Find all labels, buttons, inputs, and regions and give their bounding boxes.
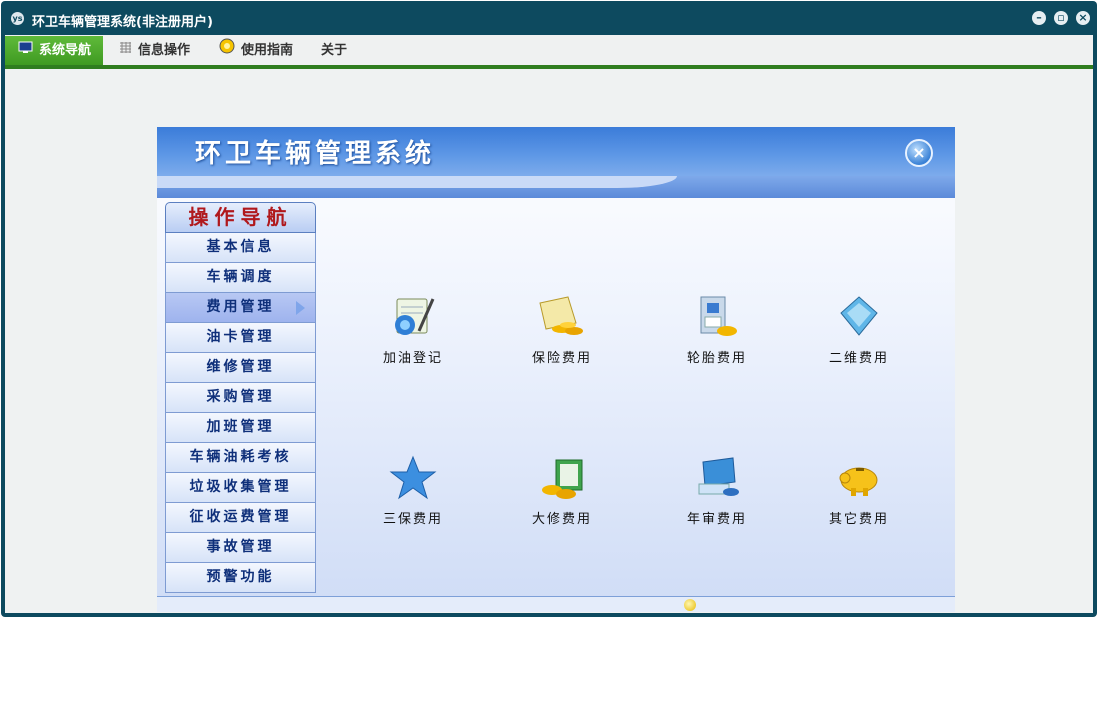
menu-label: 信息操作 [138,43,191,58]
nav-item-label: 垃圾收集管理 [189,479,292,495]
menu-label: 使用指南 [241,43,294,58]
fuel-register-icon [389,293,437,341]
other-cost-button[interactable]: 其它费用 [809,454,909,527]
window-title: 环卫车辆管理系统(非注册用户) [32,15,213,30]
overhaul-cost-label: 大修费用 [531,512,592,527]
nav-item-label: 油卡管理 [206,329,275,345]
insurance-gold-icon [538,293,586,341]
nav-item-label: 维修管理 [206,359,275,375]
nav-item-overtime[interactable]: 加班管理 [165,413,316,443]
panel-title: 环卫车辆管理系统 [195,139,436,169]
nav-item-accident[interactable]: 事故管理 [165,533,316,563]
annual-review-label: 年审费用 [686,512,747,527]
tire-cost-button[interactable]: 轮胎费用 [667,293,767,366]
menu-label: 关于 [321,43,348,58]
nav-item-basic-info[interactable]: 基本信息 [165,233,316,263]
secondary-maintenance-button[interactable]: 二维费用 [809,293,909,366]
nav-item-label: 预警功能 [206,569,275,585]
third-maintenance-label: 三保费用 [382,512,443,527]
maintenance-book-icon [835,293,883,341]
annual-review-icon [693,454,741,502]
other-cost-label: 其它费用 [828,512,889,527]
fuel-register-label: 加油登记 [382,351,443,366]
menu-bar: 系统导航 信息操作 使用指南 关于 [5,35,1093,69]
insurance-cost-label: 保险费用 [531,351,592,366]
header-band-highlight [157,176,677,188]
status-bulb-icon [684,599,696,611]
nav-item-label: 基本信息 [206,239,275,255]
nav-item-label: 加班管理 [206,419,275,435]
nav-item-label: 费用管理 [206,299,275,315]
restore-icon[interactable]: ▫ [1054,11,1068,25]
menu-system-nav[interactable]: 系统导航 [5,36,104,65]
menu-user-guide[interactable]: 使用指南 [219,36,293,65]
nav-item-purchase[interactable]: 采购管理 [165,383,316,413]
fuel-register-button[interactable]: 加油登记 [363,293,463,366]
panel-header: 环卫车辆管理系统 × [157,127,955,198]
nav-item-cost-management[interactable]: 费用管理 [165,293,316,323]
piggy-bank-icon [835,454,883,502]
insurance-cost-button[interactable]: 保险费用 [512,293,612,366]
close-icon[interactable]: × [1076,11,1090,25]
nav-item-label: 车辆油耗考核 [189,449,292,465]
minimize-icon[interactable]: – [1032,11,1046,25]
nav-item-dispatch[interactable]: 车辆调度 [165,263,316,293]
nav-heading: 操作导航 [165,202,316,233]
menu-about[interactable]: 关于 [321,36,347,65]
annual-review-button[interactable]: 年审费用 [667,454,767,527]
nav-item-freight-collection[interactable]: 征收运费管理 [165,503,316,533]
lightbulb-icon [219,36,235,65]
nav-item-label: 事故管理 [206,539,275,555]
operation-nav: 操作导航 基本信息 车辆调度 费用管理 油卡管理 维修管理 采购管理 加班管理 … [165,202,316,593]
menu-info-ops[interactable]: 信息操作 [119,36,190,65]
nav-item-repair[interactable]: 维修管理 [165,353,316,383]
nav-item-label: 车辆调度 [206,269,275,285]
arrow-right-icon [296,301,305,315]
nav-item-label: 征收运费管理 [189,509,292,525]
main-panel: 环卫车辆管理系统 × 操作导航 基本信息 车辆调度 费用管理 油卡管理 维修管理… [157,127,955,612]
nav-item-label: 采购管理 [206,389,275,405]
overhaul-cost-button[interactable]: 大修费用 [512,454,612,527]
star-icon [389,454,437,502]
title-bar[interactable]: ys 环卫车辆管理系统(非注册用户) – ▫ × [1,1,1097,35]
app-logo-icon: ys [11,12,24,25]
nav-item-fuel-assessment[interactable]: 车辆油耗考核 [165,443,316,473]
tire-cost-icon [693,293,741,341]
nav-item-garbage-collection[interactable]: 垃圾收集管理 [165,473,316,503]
status-strip [157,596,955,612]
close-circle-icon[interactable]: × [905,139,933,167]
secondary-maintenance-label: 二维费用 [828,351,889,366]
grid-icon [119,36,132,65]
monitor-icon [18,36,33,65]
money-coins-icon [538,454,586,502]
nav-item-fuel-card[interactable]: 油卡管理 [165,323,316,353]
tire-cost-label: 轮胎费用 [686,351,747,366]
nav-item-warning[interactable]: 预警功能 [165,563,316,593]
third-maintenance-button[interactable]: 三保费用 [363,454,463,527]
menu-label: 系统导航 [39,43,92,58]
